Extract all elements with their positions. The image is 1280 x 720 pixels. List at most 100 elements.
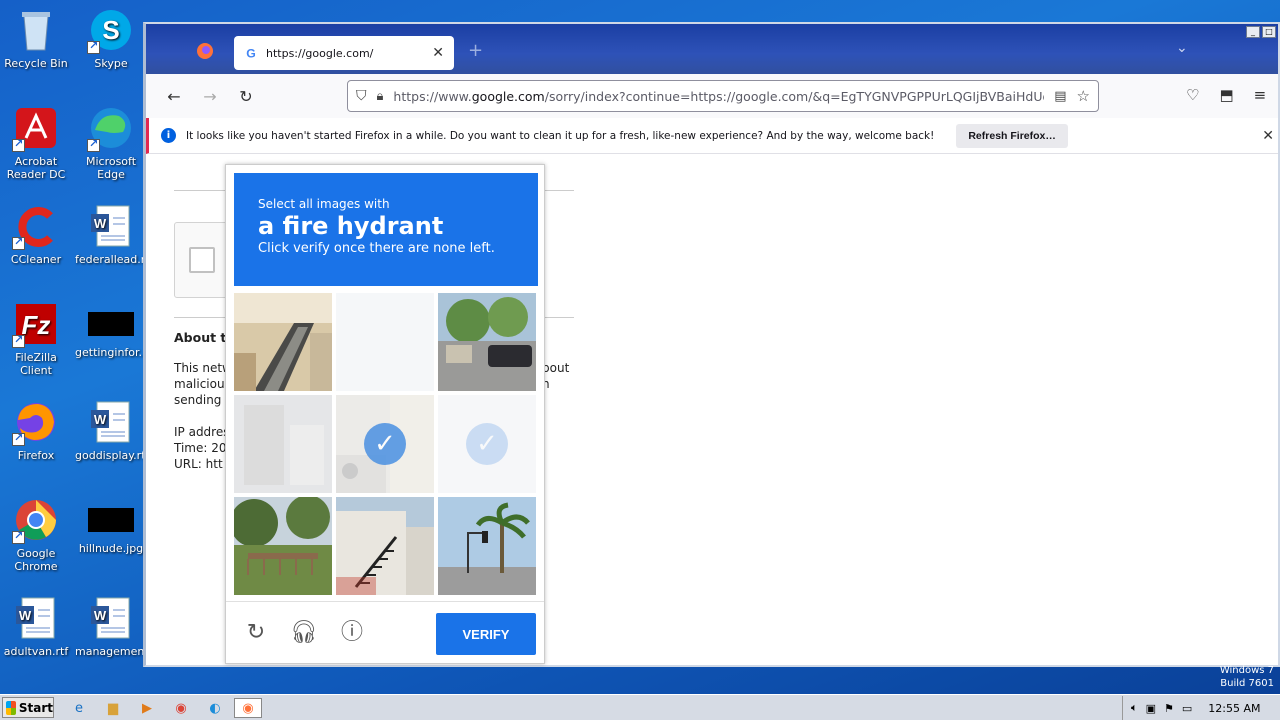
desktop-icon-label: gettinginfor...: [75, 346, 150, 359]
verify-button[interactable]: VERIFY: [436, 613, 536, 655]
shield-icon[interactable]: ⛉: [356, 88, 367, 104]
chevron-down-icon[interactable]: ⌄: [1176, 40, 1188, 56]
lock-icon[interactable]: 🔒︎: [377, 89, 384, 104]
minimize-button[interactable]: _: [1246, 26, 1260, 38]
url-prefix: https://www.: [393, 88, 472, 104]
captcha-instruction-line: Select all images with: [258, 197, 390, 211]
desktop-icon-chrome[interactable]: Google Chrome: [0, 496, 72, 573]
svg-text:Fz: Fz: [22, 310, 51, 340]
captcha-tile[interactable]: ✓: [336, 395, 434, 493]
desktop-icon-label: FileZilla Client: [15, 351, 57, 377]
desktop-icon-filezilla[interactable]: Fz FileZilla Client: [0, 300, 72, 377]
file-thumbnail: [88, 508, 134, 532]
display-icon[interactable]: ▭: [1182, 702, 1192, 715]
action-center-flag-icon[interactable]: ⚑: [1164, 702, 1174, 715]
time-line: Time: 20: [174, 441, 227, 455]
file-thumbnail: [88, 312, 134, 336]
bookmark-star-icon[interactable]: ☆: [1077, 87, 1090, 105]
svg-text:W: W: [94, 608, 107, 623]
start-button[interactable]: Start: [2, 697, 54, 718]
captcha-tile[interactable]: [234, 293, 332, 391]
maximize-button[interactable]: □: [1262, 26, 1276, 38]
reader-view-icon[interactable]: ▤: [1054, 89, 1066, 104]
captcha-tile[interactable]: [336, 293, 434, 391]
captcha-tile[interactable]: [438, 497, 536, 595]
edge-icon: [87, 104, 135, 152]
firefox-icon: [12, 398, 60, 446]
captcha-tile[interactable]: [438, 293, 536, 391]
svg-text:W: W: [19, 608, 32, 623]
captcha-tile[interactable]: [234, 497, 332, 595]
edge-taskbar-icon[interactable]: ◐: [204, 698, 226, 718]
notification-text: It looks like you haven't started Firefo…: [186, 129, 935, 142]
captcha-instructions: Select all images with a fire hydrant Cl…: [234, 173, 538, 286]
about-paragraph: This netw malicious sending t: [174, 360, 232, 408]
desktop-icon-skype[interactable]: S Skype: [75, 6, 147, 70]
internet-explorer-icon[interactable]: e: [68, 698, 90, 718]
word-document-icon: W: [87, 594, 135, 642]
desktop-icon-gettinginfo[interactable]: gettinginfor...: [75, 300, 150, 359]
desktop-icon-goddisplay[interactable]: W goddisplay.rtf: [75, 398, 150, 462]
browser-tab[interactable]: G https://google.com/ ✕: [234, 36, 454, 70]
window-controls: _ □: [1246, 26, 1276, 38]
word-document-icon: W: [12, 594, 60, 642]
svg-text:W: W: [94, 412, 107, 427]
extensions-icon[interactable]: ⬒: [1219, 86, 1233, 104]
windows-logo-icon: [6, 700, 16, 715]
file-explorer-icon[interactable]: ▆: [102, 698, 124, 718]
desktop-icon-label: adultvan.rtf: [3, 645, 69, 658]
media-player-icon[interactable]: ▶: [136, 698, 158, 718]
captcha-challenge: Select all images with a fire hydrant Cl…: [225, 164, 545, 664]
notification-bar: i It looks like you haven't started Fire…: [146, 118, 1278, 154]
chrome-taskbar-icon[interactable]: ◉: [170, 698, 192, 718]
info-icon[interactable]: ⓘ: [338, 619, 366, 647]
desktop-icon-label: hillnude.jpg: [78, 542, 144, 555]
shortcut-arrow-icon: [87, 39, 100, 54]
desktop-icon-acrobat[interactable]: Acrobat Reader DC: [0, 104, 72, 181]
desktop-icon-edge[interactable]: Microsoft Edge: [75, 104, 147, 181]
clock[interactable]: 12:55 AM: [1208, 702, 1260, 715]
desktop-icon-ccleaner[interactable]: CCleaner: [0, 202, 72, 266]
recaptcha-checkbox[interactable]: [189, 247, 215, 273]
forward-icon[interactable]: →: [194, 80, 226, 112]
request-info: IP addres Time: 20 URL: htt: [174, 424, 229, 472]
firefox-taskbar-icon[interactable]: ◉: [234, 698, 262, 718]
svg-text:S: S: [102, 15, 119, 45]
desktop-icon-management[interactable]: W managemen...: [75, 594, 155, 658]
network-icon[interactable]: ▣: [1146, 702, 1156, 715]
captcha-tile[interactable]: [336, 497, 434, 595]
reload-challenge-icon[interactable]: ↻: [242, 619, 270, 647]
desktop-icon-label: goddisplay.rtf: [75, 449, 150, 462]
desktop-icon-label: federallead.rtf: [75, 253, 154, 266]
captcha-tile[interactable]: ✓: [438, 395, 536, 493]
desktop-icon-recycle-bin[interactable]: Recycle Bin: [0, 6, 72, 70]
shortcut-arrow-icon: [12, 431, 25, 446]
selected-check-icon: ✓: [466, 423, 508, 465]
captcha-tile[interactable]: [234, 395, 332, 493]
close-icon[interactable]: ✕: [1262, 128, 1274, 144]
desktop-icon-adultvan[interactable]: W adultvan.rtf: [0, 594, 72, 658]
refresh-firefox-button[interactable]: Refresh Firefox…: [956, 123, 1068, 148]
desktop-icon-label: CCleaner: [10, 253, 62, 266]
menu-icon[interactable]: ≡: [1254, 86, 1267, 104]
word-document-icon: W: [87, 202, 135, 250]
url-bar[interactable]: ⛉ 🔒︎ https://www.google.com/sorry/index?…: [347, 80, 1099, 112]
reload-icon[interactable]: ↻: [230, 80, 262, 112]
chrome-icon: [12, 496, 60, 544]
pocket-icon[interactable]: ♡: [1186, 86, 1199, 104]
acrobat-icon: [12, 104, 60, 152]
close-tab-icon[interactable]: ✕: [432, 45, 444, 61]
desktop-icon-label: Google Chrome: [14, 547, 58, 573]
desktop-icon-federallead[interactable]: W federallead.rtf: [75, 202, 153, 266]
desktop-icon-hillnude[interactable]: hillnude.jpg: [75, 496, 147, 555]
new-tab-icon[interactable]: +: [468, 40, 483, 61]
headphones-icon[interactable]: 🎧︎: [290, 619, 318, 647]
desktop-icon-label: Microsoft Edge: [85, 155, 137, 181]
url-text[interactable]: https://www.google.com/sorry/index?conti…: [393, 89, 1044, 104]
back-icon[interactable]: ←: [158, 80, 190, 112]
firefox-menu-icon[interactable]: [196, 42, 214, 60]
desktop-icon-label: Recycle Bin: [4, 57, 68, 70]
volume-icon[interactable]: 🔈︎: [1131, 701, 1138, 715]
shortcut-arrow-icon: [12, 235, 25, 250]
desktop-icon-firefox[interactable]: Firefox: [0, 398, 72, 462]
